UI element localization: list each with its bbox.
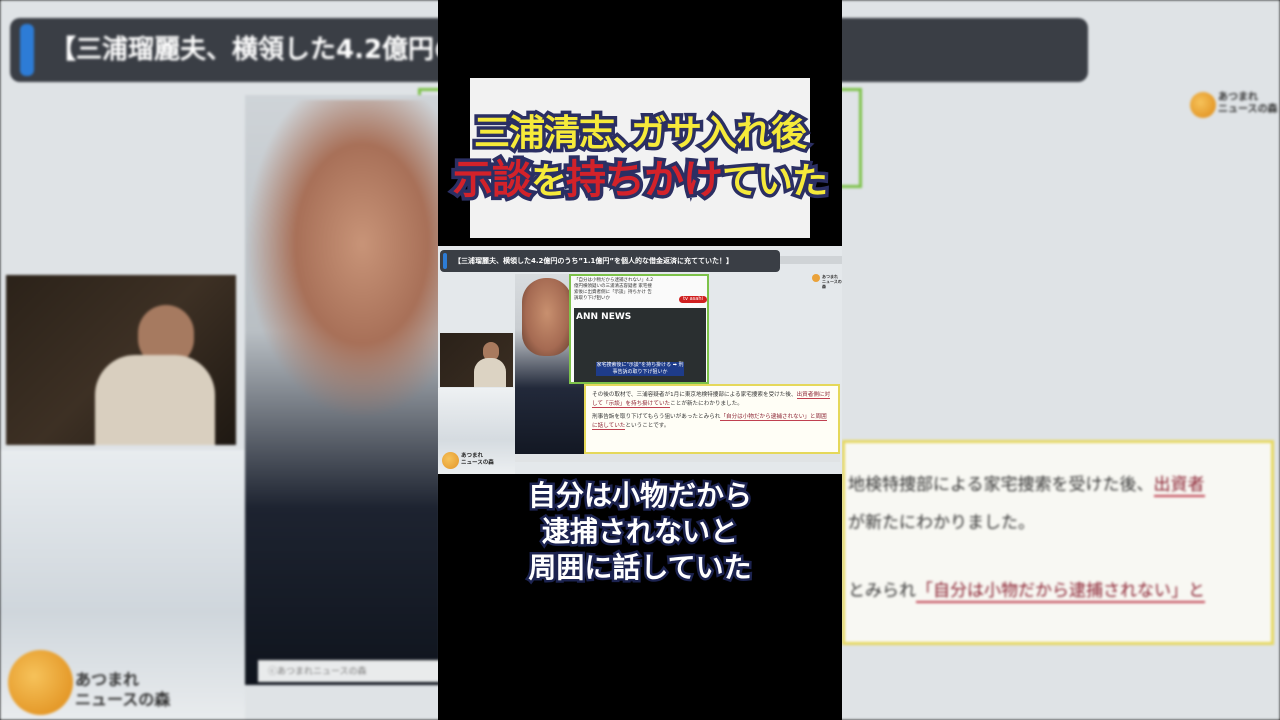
caption-line-2: 逮捕されないと bbox=[539, 513, 740, 551]
background-quote-line2: が新たにわかりました。 bbox=[848, 513, 1035, 533]
mini-news-caption: 家宅捜索後に"示談"を持ち掛ける ➡ 刑事告訴の取り下げ狙いか bbox=[596, 362, 684, 376]
mini-host-body bbox=[474, 358, 506, 387]
mini-quote-box: その後の取材で、三浦容疑者が1月に東京地検特捜部による家宅捜索を受けた後、出資者… bbox=[584, 384, 840, 454]
background-logo-icon bbox=[8, 650, 73, 715]
background-logo-text: あつまれ ニュースの森 bbox=[75, 670, 171, 709]
mini-browser-toolbar bbox=[780, 256, 842, 264]
mini-video-screenshot: 【三浦瑠麗夫、横領した4.2億円のうち”1.1億円”を個人的な借金返済に充ててい… bbox=[438, 246, 842, 474]
caption-line-3: 周囲に話していた bbox=[526, 549, 754, 587]
mini-status-bar bbox=[515, 454, 840, 462]
mini-person-face bbox=[522, 278, 572, 356]
title-card: 三浦清志､ガサ入れ後 示談を持ちかけていた bbox=[449, 78, 832, 238]
background-quote-line3: とみられ「自分は小物だから逮捕されない」と bbox=[848, 581, 1205, 603]
background-person-face bbox=[245, 100, 440, 420]
mini-news-badge: tv asahi news bbox=[679, 296, 707, 309]
background-quote-line1: 地検特捜部による家宅捜索を受けた後、出資者 bbox=[848, 475, 1205, 497]
mini-news-logo: ANN NEWS bbox=[576, 312, 632, 322]
mini-logo-icon bbox=[442, 452, 459, 469]
background-host-body bbox=[95, 355, 215, 445]
title-line-2: 示談を持ちかけていた bbox=[449, 154, 831, 207]
mini-logo-right-text: あつまれ ニュースの森 bbox=[822, 274, 842, 289]
mini-title-banner: 【三浦瑠麗夫、横領した4.2億円のうち”1.1億円”を個人的な借金返済に充ててい… bbox=[440, 250, 780, 272]
mini-article-text: 「自分は小物だから逮捕されない」4.2億円横領疑いの三浦清志容疑者 家宅捜索後に… bbox=[574, 278, 654, 301]
subtitle-caption: 自分は小物だから 逮捕されないと 周囲に話していた bbox=[438, 477, 842, 587]
title-line-1: 三浦清志､ガサ入れ後 bbox=[470, 110, 810, 158]
caption-line-1: 自分は小物だから bbox=[525, 477, 754, 515]
mini-article-card: 「自分は小物だから逮捕されない」4.2億円横領疑いの三浦清志容疑者 家宅捜索後に… bbox=[569, 274, 709, 384]
background-logo-small-icon bbox=[1190, 92, 1216, 118]
mini-logo-text: あつまれ ニュースの森 bbox=[461, 453, 494, 466]
background-logo-small-text: あつまれ ニュースの森 bbox=[1218, 92, 1278, 115]
mini-logo-right-icon bbox=[812, 274, 820, 282]
